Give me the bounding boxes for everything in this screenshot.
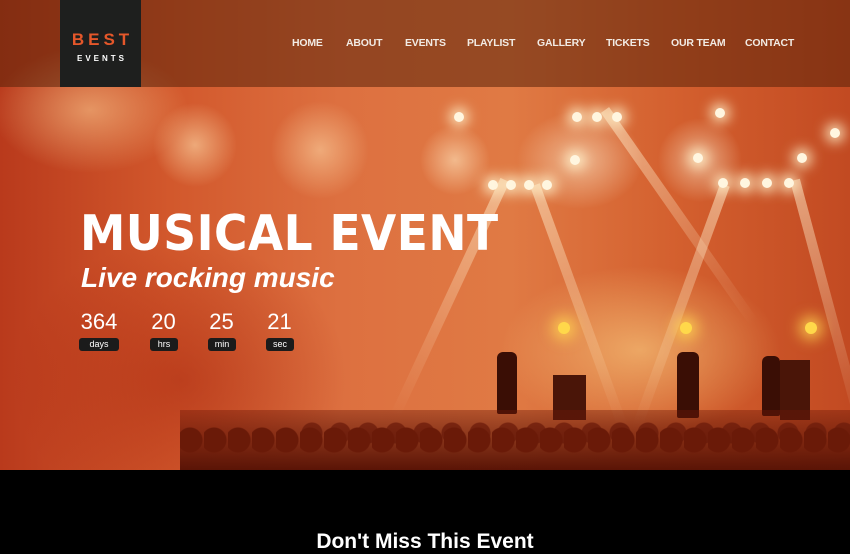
stage-light — [542, 180, 552, 190]
hero-subtitle: Live rocking music — [81, 262, 335, 293]
musician-silhouette — [762, 356, 780, 416]
crowd — [180, 410, 850, 470]
nav-tickets[interactable]: TICKETS — [606, 37, 650, 49]
stage-light — [830, 128, 840, 138]
nav-events[interactable]: EVENTS — [405, 37, 446, 49]
site-header: BEST EVENTS HOME ABOUT EVENTS PLAYLIST G… — [0, 0, 850, 87]
stage-light — [488, 180, 498, 190]
stage-light — [570, 155, 580, 165]
main-nav: HOME ABOUT EVENTS PLAYLIST GALLERY TICKE… — [0, 37, 850, 51]
stage-light — [693, 153, 703, 163]
stage-light — [718, 178, 728, 188]
stage-light — [784, 178, 794, 188]
logo-secondary-text: EVENTS — [76, 54, 127, 63]
musician-silhouette — [497, 352, 517, 414]
hero-title: MUSICAL EVENT — [80, 205, 499, 262]
musician-silhouette — [677, 352, 699, 418]
stage-light — [612, 112, 622, 122]
countdown-unit: sec — [266, 338, 294, 351]
nav-about[interactable]: ABOUT — [346, 37, 383, 49]
stage-light — [506, 180, 516, 190]
stage-light — [762, 178, 772, 188]
countdown-hours: 20 hrs — [150, 309, 178, 352]
countdown-unit: min — [208, 338, 236, 351]
stage-light-yellow — [558, 322, 570, 334]
nav-our-team[interactable]: OUR TEAM — [671, 37, 726, 49]
stage-light — [572, 112, 582, 122]
nav-contact[interactable]: CONTACT — [745, 37, 794, 49]
stage-light-yellow — [680, 322, 692, 334]
countdown-unit: days — [79, 338, 119, 351]
countdown-value: 25 — [209, 309, 234, 334]
stage-light-yellow — [805, 322, 817, 334]
stage-light — [592, 112, 602, 122]
countdown-seconds: 21 sec — [266, 309, 294, 352]
stage-light — [524, 180, 534, 190]
section-title: Don't Miss This Event — [316, 530, 534, 553]
countdown-value: 21 — [267, 309, 292, 334]
stage-light — [797, 153, 807, 163]
stage-light — [715, 108, 725, 118]
countdown-value: 364 — [80, 309, 118, 334]
countdown-value: 20 — [151, 309, 176, 334]
nav-playlist[interactable]: PLAYLIST — [467, 37, 515, 49]
countdown-minutes: 25 min — [208, 309, 236, 352]
countdown-days: 364 days — [79, 310, 119, 352]
stage-light — [740, 178, 750, 188]
stage-light — [454, 112, 464, 122]
nav-home[interactable]: HOME — [292, 37, 323, 49]
countdown-unit: hrs — [150, 338, 178, 351]
nav-gallery[interactable]: GALLERY — [537, 37, 586, 49]
